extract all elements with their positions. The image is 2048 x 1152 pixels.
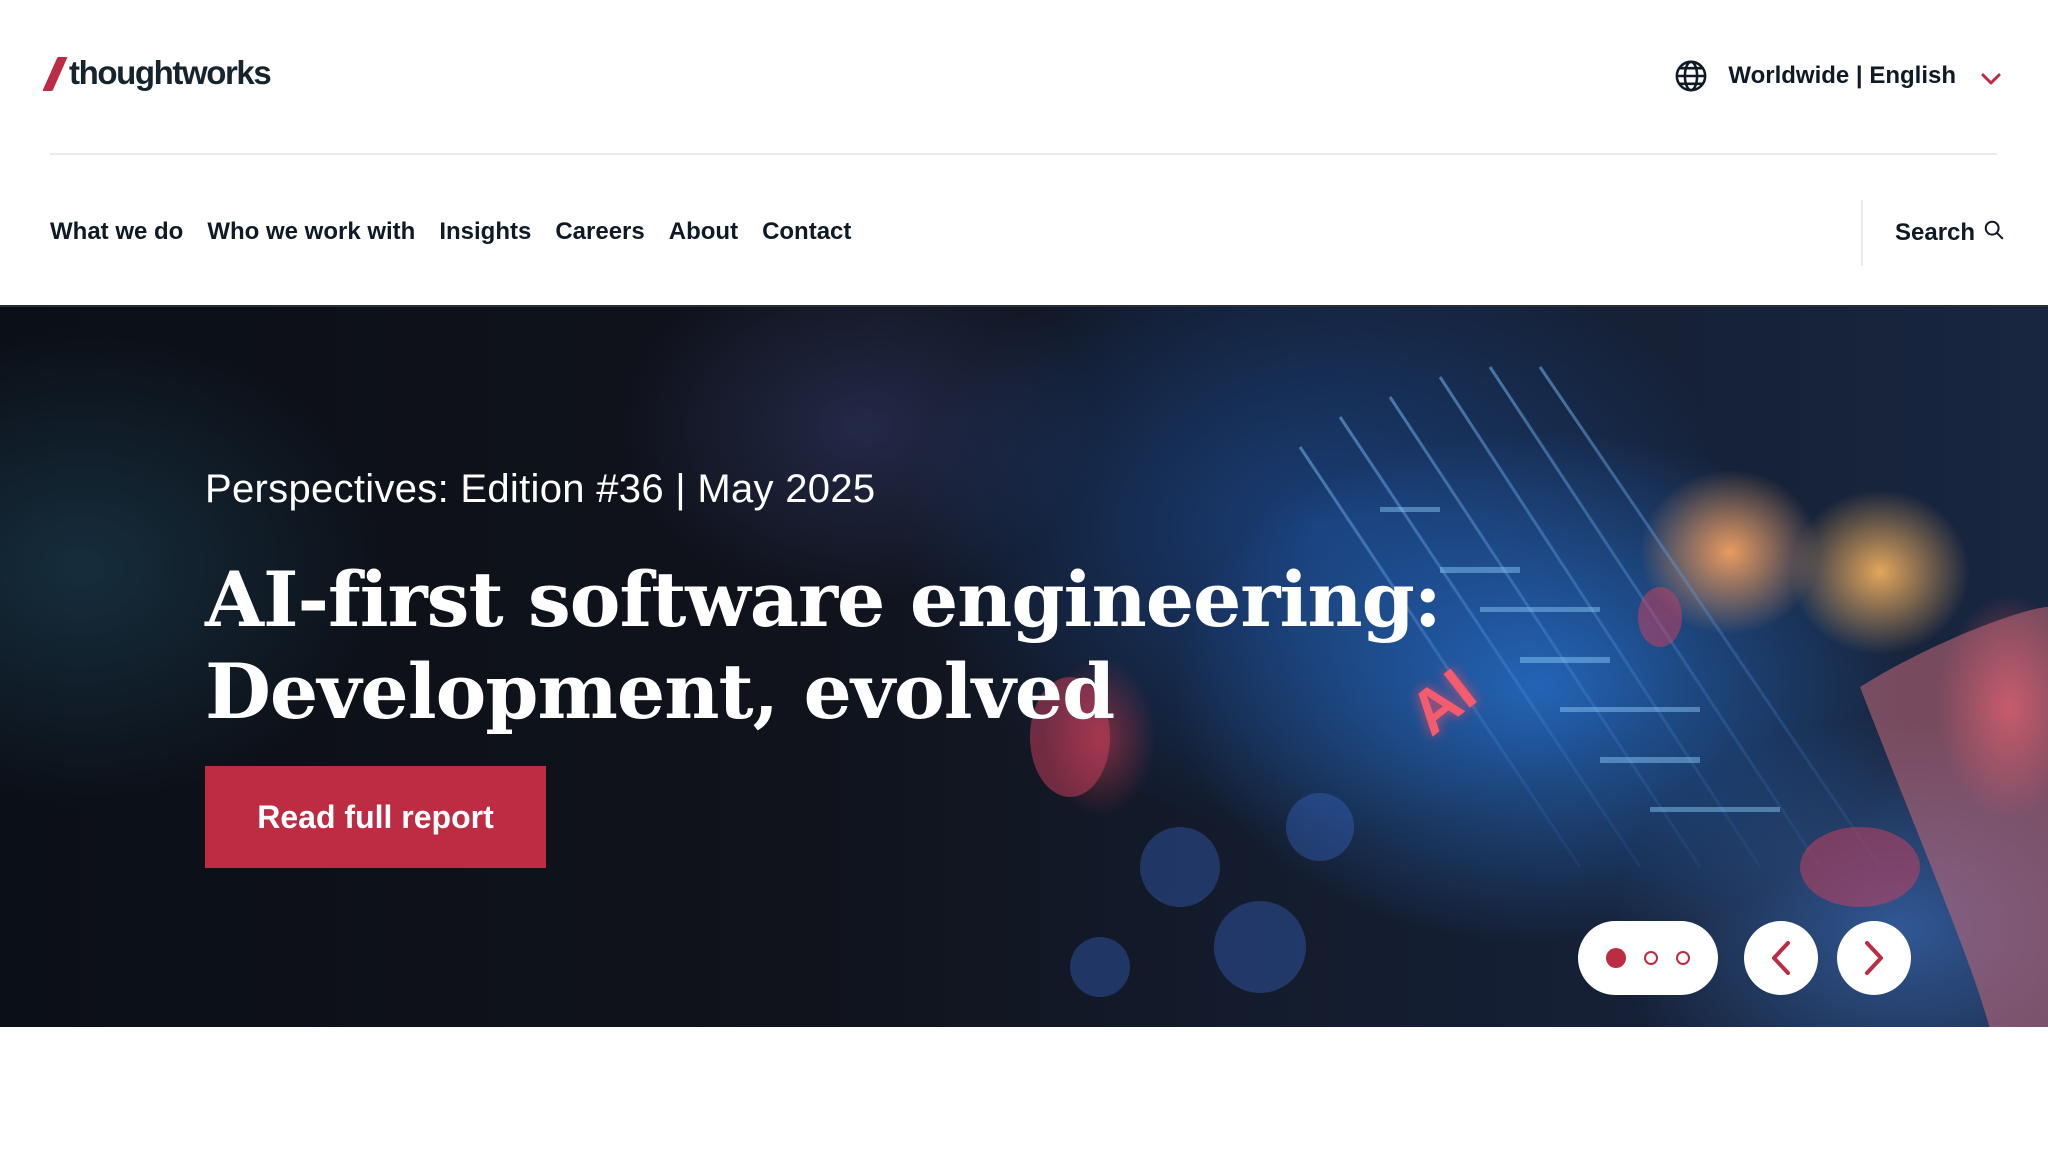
carousel-dot-2[interactable] xyxy=(1644,951,1658,965)
carousel-dot-3[interactable] xyxy=(1676,951,1690,965)
search-label[interactable]: Search xyxy=(1895,219,1975,247)
carousel-dot-1[interactable] xyxy=(1606,948,1626,968)
chevron-right-icon xyxy=(1865,941,1883,975)
chevron-down-icon xyxy=(1981,73,2001,85)
chevron-left-icon xyxy=(1772,941,1790,975)
hero-content: Perspectives: Edition #36 | May 2025 AI-… xyxy=(205,467,1442,868)
locale-label: Worldwide | English xyxy=(1728,62,1956,89)
hero-carousel: AI Perspectives: Edition #36 | May 2025 … xyxy=(0,305,2048,1027)
carousel-prev-button[interactable] xyxy=(1744,921,1818,995)
hero-title-line-2: Development, evolved xyxy=(205,647,1115,736)
nav-item-what-we-do[interactable]: What we do xyxy=(50,218,183,246)
nav-item-about[interactable]: About xyxy=(669,218,738,246)
header-top: thoughtworks Worldwide | English xyxy=(0,0,2048,154)
hero-eyebrow: Perspectives: Edition #36 | May 2025 xyxy=(205,467,876,511)
nav-item-who-we-work-with[interactable]: Who we work with xyxy=(207,218,415,246)
search-button[interactable]: Search xyxy=(1861,200,2048,266)
thoughtworks-logo[interactable]: thoughtworks xyxy=(42,50,272,96)
logo-text: thoughtworks xyxy=(69,54,272,91)
hero-title: AI-first software engineering: Developme… xyxy=(205,554,1442,738)
nav-item-contact[interactable]: Contact xyxy=(762,218,851,246)
nav-item-insights[interactable]: Insights xyxy=(439,218,531,246)
nav-item-careers[interactable]: Careers xyxy=(555,218,644,246)
search-icon[interactable] xyxy=(1983,219,2005,241)
header-divider xyxy=(50,153,1997,155)
locale-selector[interactable]: Worldwide | English xyxy=(1674,56,2002,96)
carousel-next-button[interactable] xyxy=(1837,921,1911,995)
globe-icon xyxy=(1675,60,1707,92)
hero-title-line-1: AI-first software engineering: xyxy=(205,555,1442,644)
logo-slash-icon xyxy=(42,57,68,91)
carousel-pagination xyxy=(1578,921,1718,995)
read-full-report-button[interactable]: Read full report xyxy=(205,766,546,868)
main-nav: What we do Who we work with Insights Car… xyxy=(50,210,851,254)
